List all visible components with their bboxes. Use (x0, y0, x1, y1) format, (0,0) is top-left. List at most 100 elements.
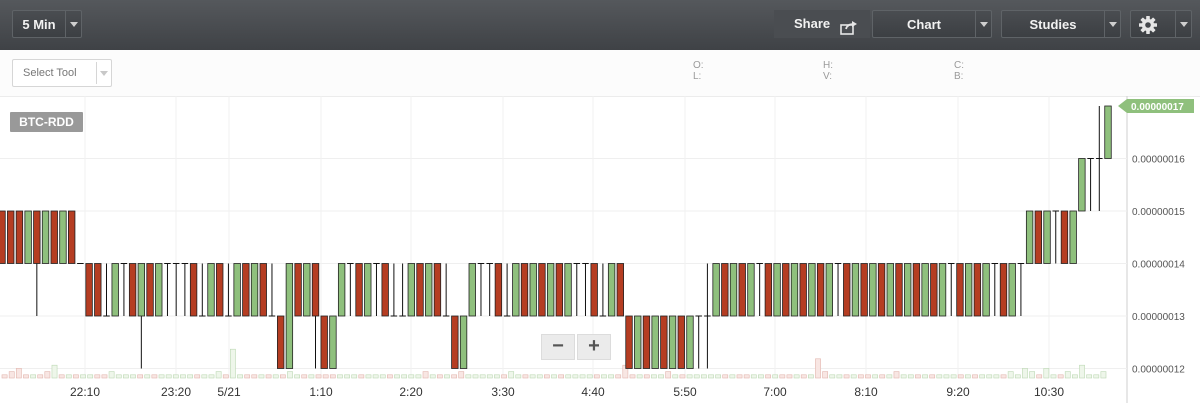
volume-bar (1086, 374, 1093, 379)
volume-bar (1100, 371, 1107, 379)
candle-down (721, 263, 729, 317)
volume-bar (593, 374, 600, 379)
candle-down (320, 315, 328, 369)
candle-up (982, 263, 990, 317)
settings-dropdown[interactable] (1130, 10, 1192, 38)
volume-bar (565, 374, 572, 379)
volume-bar (1029, 371, 1035, 379)
volume-bar (536, 374, 543, 379)
volume-bar (651, 374, 657, 379)
candle-up (24, 210, 32, 264)
volume-bar (1036, 374, 1043, 379)
candle-up (303, 263, 311, 317)
volume-bar (172, 374, 179, 379)
volume-bar (1072, 374, 1078, 379)
volume-bar (779, 374, 786, 379)
candle-up (285, 263, 294, 369)
volume-bar (772, 374, 779, 379)
volume-bar (137, 374, 144, 379)
candle-down (677, 315, 685, 369)
volume-bar (379, 374, 386, 379)
volume-bar (957, 374, 964, 379)
interval-dropdown[interactable]: 5 Min (12, 10, 82, 38)
volume-bar (422, 371, 429, 379)
select-tool-label: Select Tool (23, 67, 77, 79)
candle-up (869, 263, 877, 317)
candle-up (155, 263, 163, 317)
volume-bar (586, 374, 593, 379)
ohlc-open-low: O: L: (693, 60, 704, 82)
ohlc-close-bid: C: B: (954, 60, 964, 82)
candle-down (128, 263, 137, 317)
volume-bar (222, 374, 229, 379)
candle-up (512, 263, 520, 317)
candle-down (538, 263, 546, 317)
candle-down (799, 263, 807, 317)
share-button[interactable]: Share (774, 10, 870, 38)
x-tick-label: 4:40 (581, 385, 605, 399)
candle-down (816, 263, 825, 317)
volume-bar (579, 374, 586, 379)
volume-bar (301, 374, 308, 379)
candle-down (555, 263, 564, 317)
volume-bar (123, 374, 129, 379)
volume-bar (907, 374, 914, 379)
volume-bar (230, 348, 236, 379)
candle-up (137, 263, 146, 317)
volume-bar (272, 374, 279, 379)
candle-down (416, 263, 424, 317)
candle-down (660, 315, 668, 369)
candle-down (277, 315, 285, 369)
last-price-label: 0.00000017 (1131, 102, 1184, 113)
zoom-in-button[interactable]: + (577, 334, 611, 360)
candle-down (451, 315, 459, 369)
candle-down (216, 263, 224, 317)
volume-bar (786, 374, 793, 379)
volume-bar (722, 374, 729, 379)
candle-down (494, 263, 503, 317)
ohlc-bid-label: B: (954, 71, 964, 82)
volume-bar (494, 374, 500, 379)
candle-down (930, 263, 938, 317)
volume-bar (793, 374, 800, 379)
volume-bar (451, 374, 457, 379)
volume-bar (886, 374, 893, 379)
candle-down (956, 263, 964, 317)
volume-bar (8, 371, 15, 379)
volume-bar (87, 374, 94, 379)
volume-bar (73, 374, 79, 379)
volume-bar (808, 374, 814, 379)
volume-bar (893, 371, 900, 379)
candle-down (625, 315, 633, 369)
volume-bar (165, 374, 172, 379)
volume-bar (729, 374, 736, 379)
volume-bar (337, 374, 343, 379)
volume-bar (365, 374, 372, 379)
zoom-out-button[interactable]: − (541, 334, 575, 360)
volume-bar (843, 374, 850, 379)
volume-bar (322, 374, 329, 379)
candle-down (642, 315, 651, 369)
candle-down (146, 263, 154, 317)
select-tool-dropdown[interactable]: Select Tool (12, 59, 112, 87)
volume-bar (65, 374, 72, 379)
x-tick-label: 10:30 (1034, 385, 1064, 399)
studies-dropdown[interactable]: Studies (1001, 10, 1121, 38)
ohlc-high-label: H: (823, 60, 833, 71)
volume-bar (108, 371, 115, 379)
chart-type-dropdown[interactable]: Chart (872, 10, 992, 38)
candle-down (189, 263, 198, 317)
volume-bar (215, 371, 222, 379)
x-tick-label: 1:10 (309, 385, 333, 399)
y-tick-label: 0.00000013 (1132, 312, 1185, 323)
volume-bar (1000, 374, 1007, 379)
ohlc-close-label: C: (954, 60, 964, 71)
candle-up (712, 263, 720, 317)
volume-bar (372, 374, 379, 379)
volume-bar (608, 374, 614, 379)
volume-bar (943, 374, 950, 379)
candle-up (964, 263, 973, 317)
interval-label: 5 Min (22, 17, 56, 32)
volume-bar (750, 374, 757, 379)
candle-up (329, 315, 337, 369)
